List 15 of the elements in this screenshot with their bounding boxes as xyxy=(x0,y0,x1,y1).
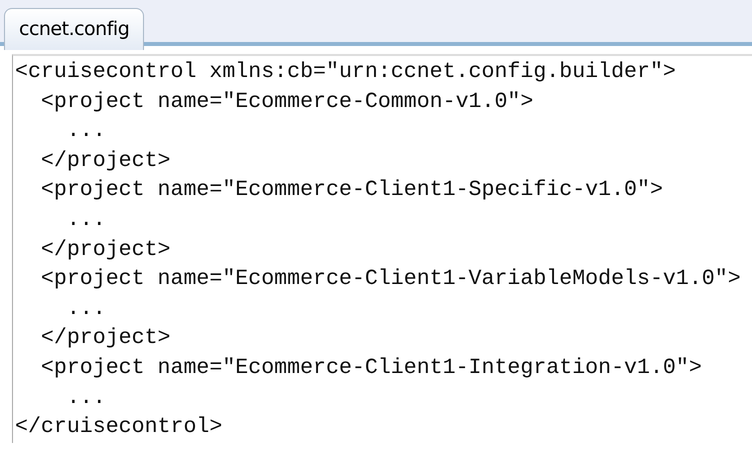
code-line: <project name="Ecommerce-Client1-Specific-v1.0"> xyxy=(40,177,664,204)
code-line: <project name="Ecommerce-Client1-VariableModels-v1.0"> xyxy=(40,266,742,294)
code-line: </project> xyxy=(40,236,172,264)
code-line: ... xyxy=(66,296,107,323)
code-line: </project> xyxy=(40,148,172,175)
file-tab[interactable]: ccnet.config xyxy=(4,8,144,50)
code-line: ... xyxy=(66,384,107,412)
code-line: </project> xyxy=(40,325,172,352)
code-line: <project name="Ecommerce-Client1-Integration-v1.0"> xyxy=(40,354,703,382)
code-line: ... xyxy=(66,206,107,234)
code-editor[interactable] xyxy=(12,54,752,443)
code-line: ... xyxy=(66,118,107,146)
code-line: <cruisecontrol xmlns:cb="urn:ccnet.config.builder"> xyxy=(14,59,677,86)
code-line: </cruisecontrol> xyxy=(14,414,224,442)
code-line: <project name="Ecommerce-Common-v1.0"> xyxy=(40,88,534,116)
